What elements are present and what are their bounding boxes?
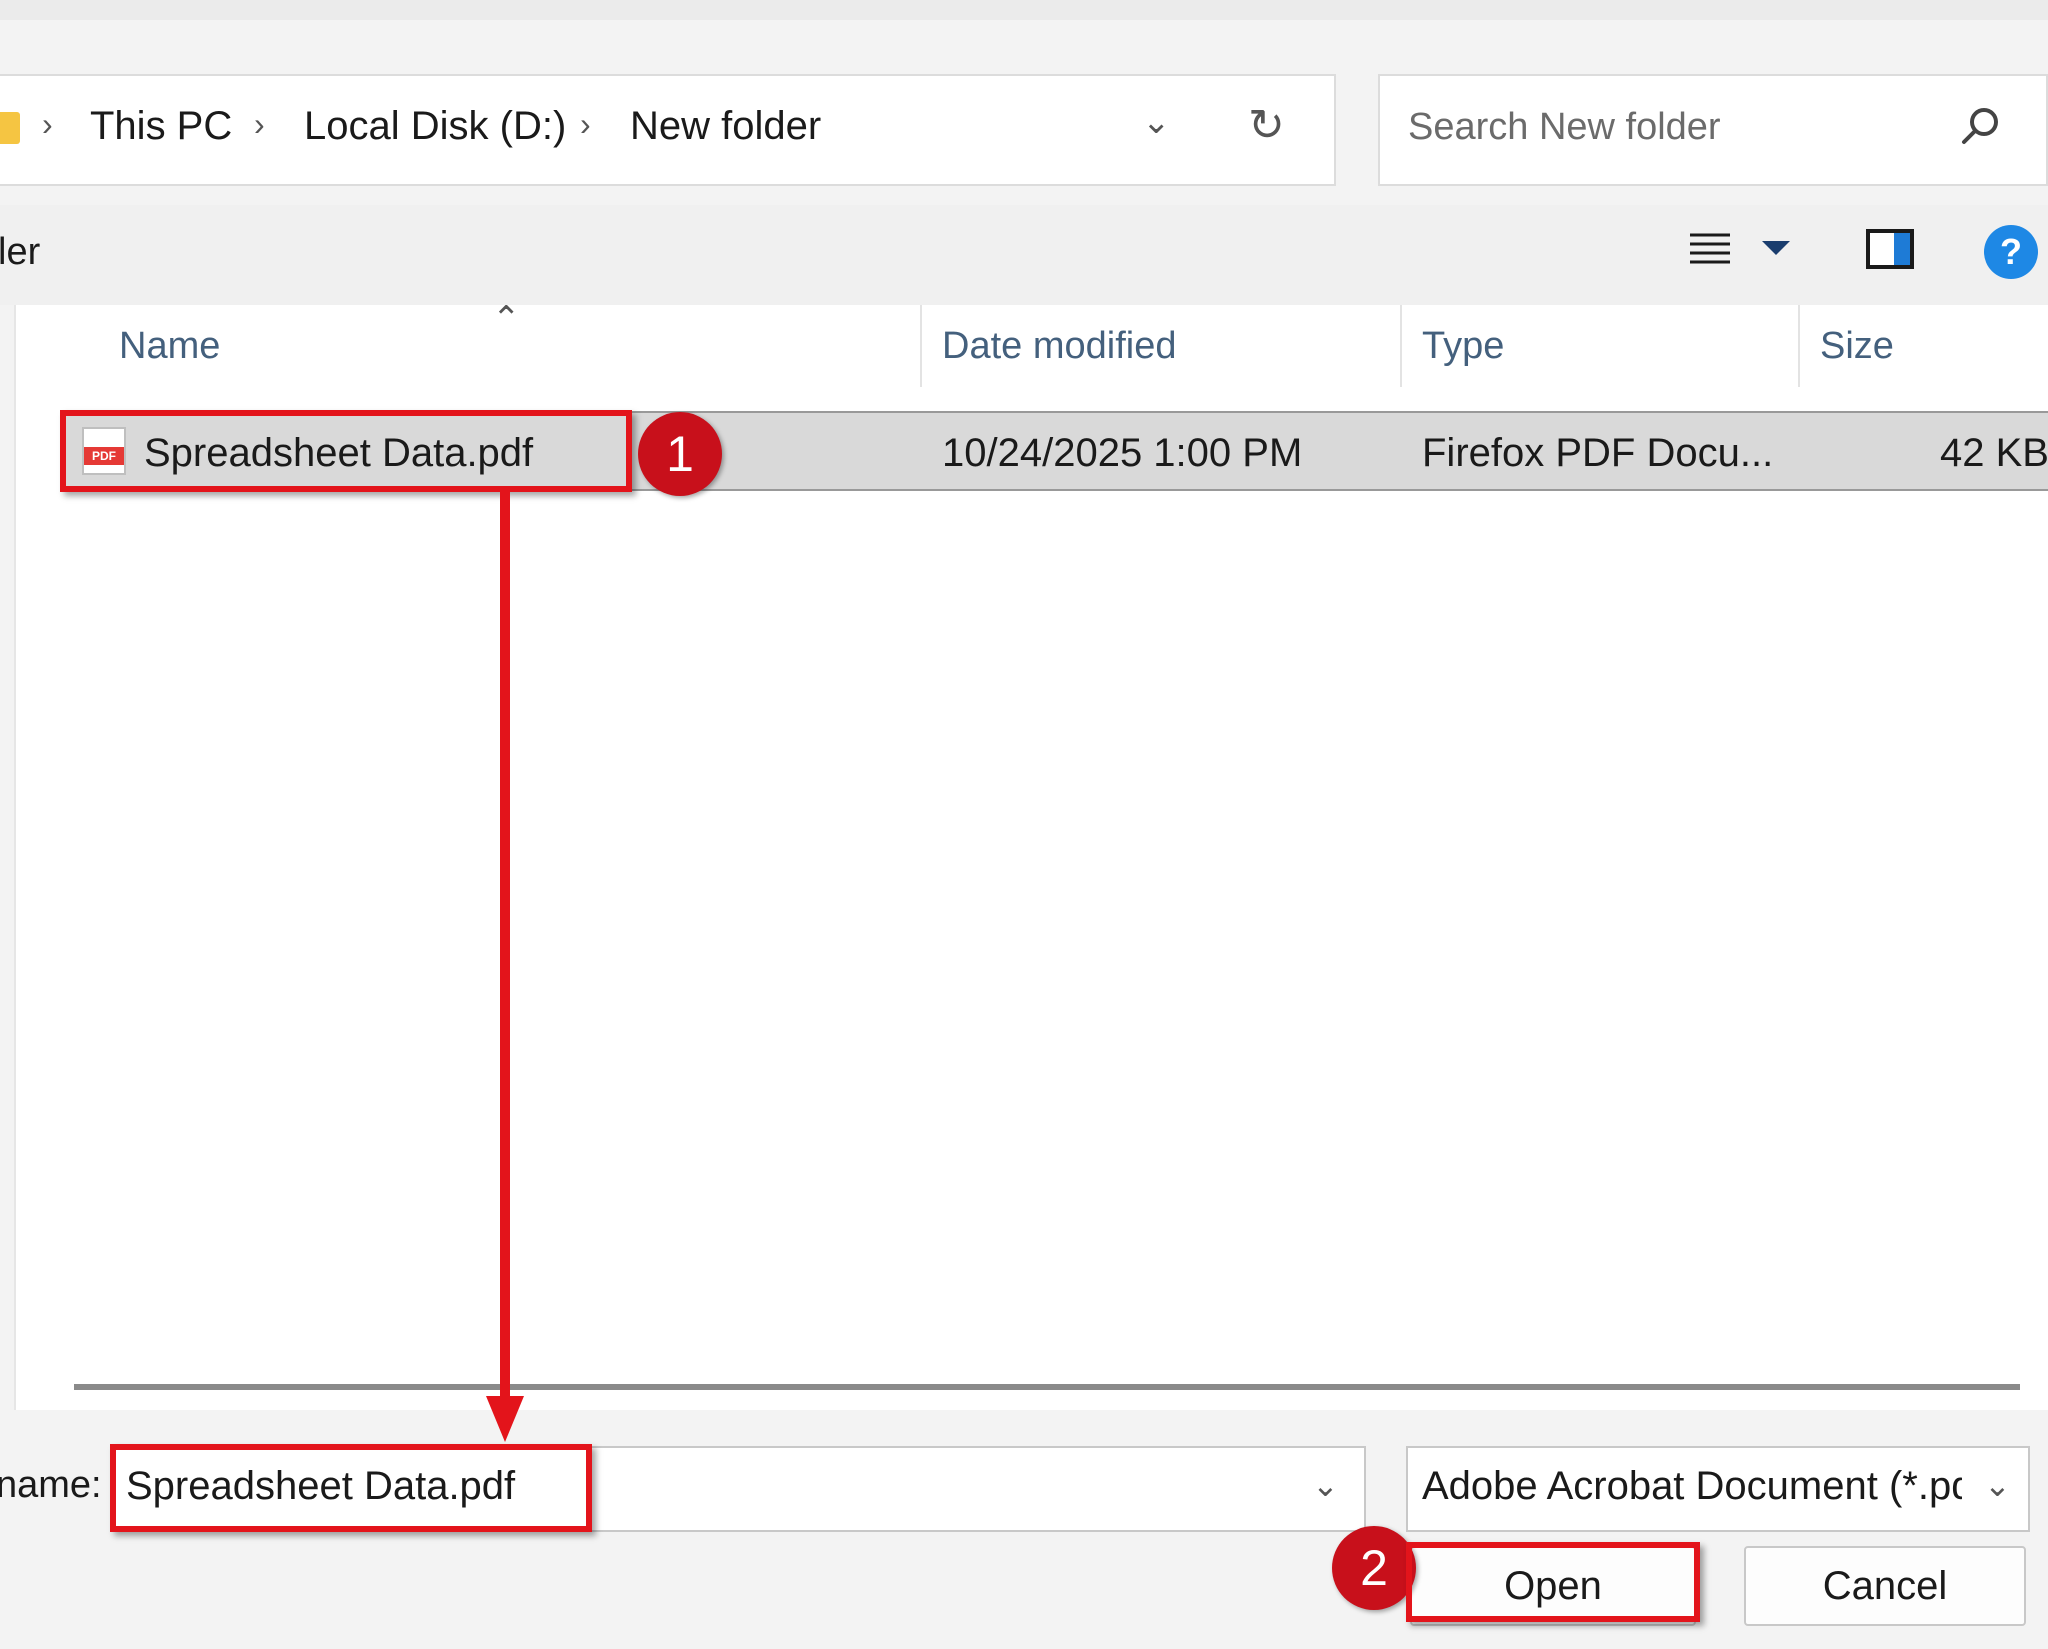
file-size-cell: 42 KB [1940, 431, 2048, 475]
file-name-label: name: [0, 1464, 102, 1506]
annotation-highlight-filename [110, 1444, 592, 1532]
search-box[interactable]: Search New folder [1378, 74, 2048, 186]
sort-ascending-icon: ⌃ [492, 300, 521, 338]
annotation-highlight-file [60, 410, 632, 492]
navigation-bar: › This PC › Local Disk (D:) › New folder… [0, 20, 2048, 205]
column-divider[interactable] [1400, 305, 1402, 387]
horizontal-scrollbar[interactable] [74, 1384, 2020, 1390]
chevron-right-icon[interactable]: › [580, 106, 591, 143]
column-divider[interactable] [920, 305, 922, 387]
column-header-name[interactable]: Name [119, 325, 220, 368]
column-divider[interactable] [1798, 305, 1800, 387]
file-type-cell: Firefox PDF Docu... [1422, 431, 1774, 475]
annotation-step-1-badge: 1 [638, 412, 722, 496]
window-top-strip [0, 0, 2048, 20]
folder-icon [0, 112, 20, 144]
file-type-select[interactable]: Adobe Acrobat Document (*.pdf ⌄ [1406, 1446, 2030, 1532]
new-folder-button[interactable]: ler [0, 231, 40, 274]
list-view-icon[interactable] [1688, 227, 1732, 271]
annotation-arrow-head [486, 1396, 524, 1442]
preview-pane-icon[interactable] [1866, 229, 1914, 269]
cancel-button[interactable]: Cancel [1744, 1546, 2026, 1626]
column-header-date[interactable]: Date modified [942, 325, 1176, 368]
search-input[interactable]: Search New folder [1408, 106, 1721, 149]
column-header-type[interactable]: Type [1422, 325, 1504, 368]
chevron-down-icon[interactable]: ⌄ [1142, 102, 1171, 142]
refresh-icon[interactable]: ↻ [1248, 100, 1285, 151]
column-header-size[interactable]: Size [1820, 325, 1894, 368]
file-date-cell: 10/24/2025 1:00 PM [942, 431, 1303, 475]
annotation-step-2-badge: 2 [1332, 1526, 1416, 1610]
view-dropdown-icon[interactable] [1762, 241, 1790, 255]
file-type-value: Adobe Acrobat Document (*.pdf [1422, 1464, 1962, 1508]
command-toolbar: ler ? [0, 205, 2048, 305]
chevron-right-icon: › [42, 106, 53, 142]
breadcrumb-new-folder[interactable]: New folder [630, 104, 821, 149]
breadcrumb-this-pc[interactable]: This PC [90, 104, 232, 149]
annotation-arrow [500, 490, 510, 1406]
chevron-down-icon[interactable]: ⌄ [1984, 1466, 2011, 1504]
chevron-right-icon[interactable]: › [254, 106, 265, 143]
breadcrumb-local-disk[interactable]: Local Disk (D:) [304, 104, 566, 149]
address-bar[interactable]: › This PC › Local Disk (D:) › New folder… [0, 74, 1336, 186]
help-icon[interactable]: ? [1984, 225, 2038, 279]
search-icon[interactable] [1956, 102, 2006, 152]
chevron-down-icon[interactable]: ⌄ [1312, 1466, 1339, 1504]
annotation-highlight-open [1406, 1542, 1700, 1622]
